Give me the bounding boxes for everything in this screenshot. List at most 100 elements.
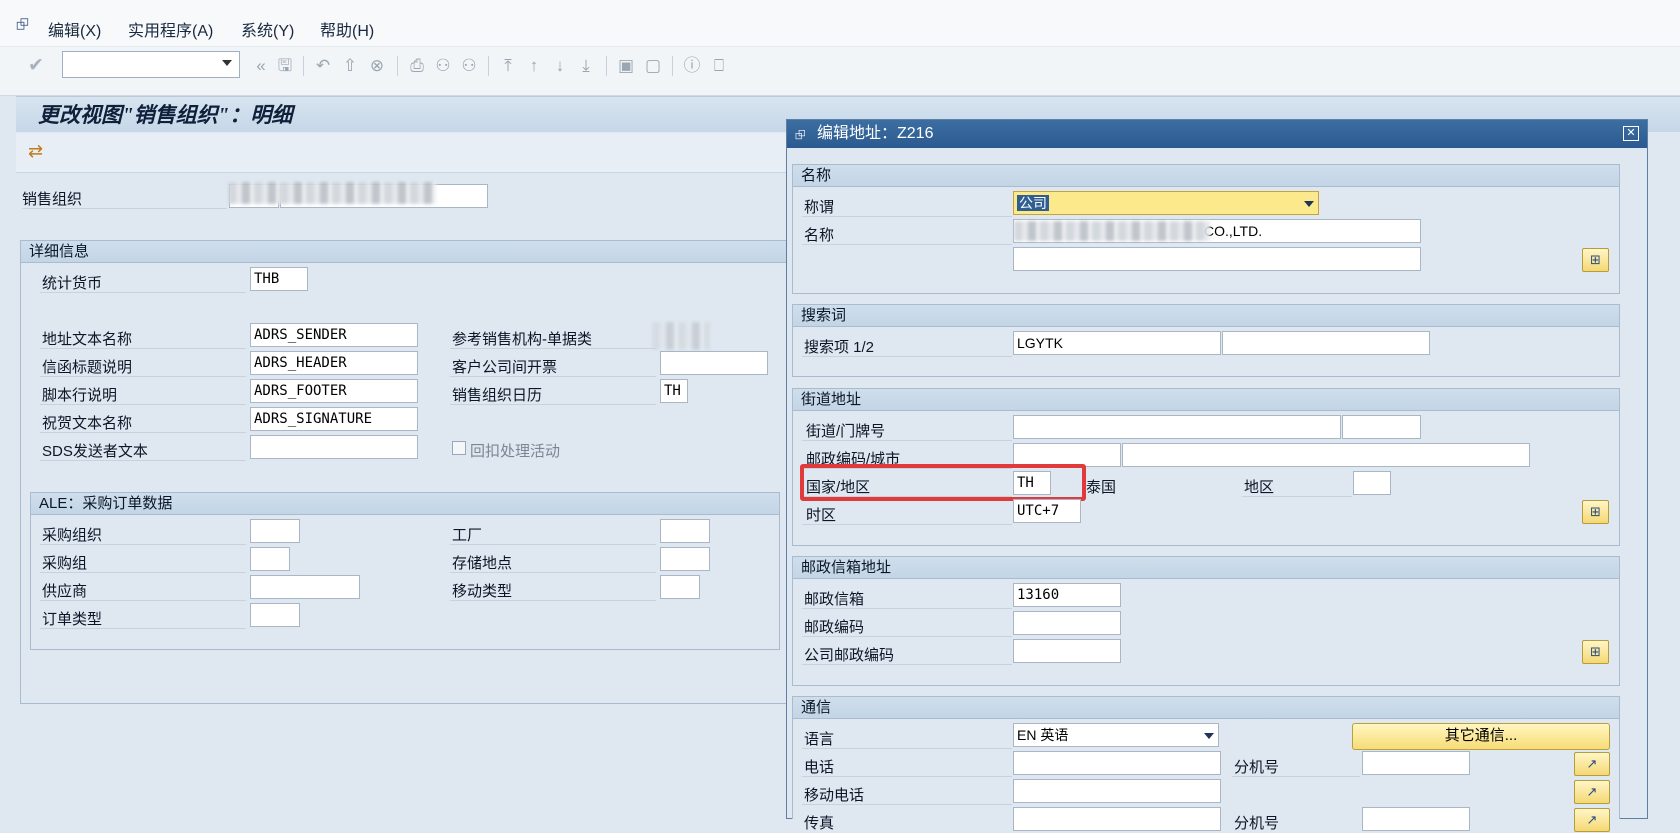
- menu-edit[interactable]: 编辑(X): [48, 17, 101, 41]
- region-label: 地区: [1244, 479, 1275, 496]
- purch-org-field[interactable]: [250, 519, 300, 543]
- fax-more-icon[interactable]: ↗: [1574, 808, 1610, 832]
- letter-header-field[interactable]: ADRS_HEADER: [250, 351, 418, 375]
- intercompany-label: 客户公司间开票: [452, 359, 558, 376]
- language-label: 语言: [804, 731, 835, 748]
- next-page-icon[interactable]: ↓: [549, 55, 571, 77]
- storage-field[interactable]: [660, 547, 710, 571]
- close-icon[interactable]: ✕: [1623, 126, 1639, 141]
- stat-currency-field[interactable]: THB: [250, 267, 308, 291]
- phone-more-icon[interactable]: ↗: [1574, 752, 1610, 776]
- back-icon[interactable]: ↶: [312, 55, 334, 77]
- menu-utilities[interactable]: 实用程序(A): [128, 17, 213, 41]
- chevron-down-icon[interactable]: [1204, 733, 1214, 739]
- purch-group-label: 采购组: [42, 555, 88, 572]
- menu-bar: ⮺ 编辑(X) 实用程序(A) 系统(Y) 帮助(H): [0, 0, 1680, 47]
- language-select[interactable]: EN 英语: [1013, 723, 1219, 747]
- mobile-more-icon[interactable]: ↗: [1574, 780, 1610, 804]
- other-view-icon[interactable]: ⇄: [28, 141, 43, 162]
- chevron-down-icon[interactable]: [1304, 201, 1314, 207]
- greeting-field[interactable]: ADRS_SIGNATURE: [250, 407, 418, 431]
- more-fields-icon[interactable]: ⊞: [1582, 248, 1609, 272]
- menu-icon[interactable]: ⮺: [16, 14, 29, 41]
- chevron-down-icon[interactable]: [222, 60, 232, 66]
- name-group-title: 名称: [793, 165, 1619, 187]
- menu-help[interactable]: 帮助(H): [320, 17, 374, 41]
- new-session-icon[interactable]: ▣: [615, 55, 637, 77]
- letter-header-label: 信函标题说明: [42, 359, 133, 376]
- dialog-title: 编辑地址：Z216: [787, 120, 1647, 148]
- menu-system[interactable]: 系统(Y): [241, 17, 294, 41]
- history-icon[interactable]: «: [250, 55, 272, 77]
- company-postal-label: 公司邮政编码: [804, 647, 895, 664]
- storage-label: 存储地点: [452, 555, 513, 572]
- vendor-label: 供应商: [42, 583, 88, 600]
- cancel-icon[interactable]: ⊗: [366, 55, 388, 77]
- timezone-label: 时区: [806, 507, 837, 524]
- name2-field[interactable]: [1013, 247, 1421, 271]
- street-field[interactable]: [1013, 415, 1341, 439]
- addr-text-field[interactable]: ADRS_SENDER: [250, 323, 418, 347]
- fax-field[interactable]: [1013, 807, 1221, 831]
- mobile-field[interactable]: [1013, 779, 1221, 803]
- details-group-title: 详细信息: [21, 241, 809, 263]
- enter-icon[interactable]: ✔: [25, 55, 47, 77]
- vendor-field[interactable]: [250, 575, 360, 599]
- city-field[interactable]: [1122, 443, 1530, 467]
- phone-field[interactable]: [1013, 751, 1221, 775]
- ref-org-label: 参考销售机构-单据类: [452, 331, 592, 348]
- phone-label: 电话: [804, 759, 835, 776]
- first-page-icon[interactable]: ⤒: [497, 55, 519, 77]
- street-label: 街道/门牌号: [806, 423, 886, 440]
- title-select[interactable]: 公司: [1013, 191, 1319, 215]
- other-comm-button[interactable]: 其它通信...: [1352, 723, 1610, 750]
- more-fields-icon[interactable]: ⊞: [1582, 500, 1609, 524]
- find-icon[interactable]: ⚇: [432, 55, 454, 77]
- movement-label: 移动类型: [452, 583, 513, 600]
- layout-menu-icon[interactable]: ⎕: [708, 55, 730, 77]
- ext-label: 分机号: [1234, 759, 1280, 776]
- redacted-name: [1014, 221, 1210, 241]
- addr-text-label: 地址文本名称: [42, 331, 133, 348]
- movement-field[interactable]: [660, 575, 700, 599]
- search-group-title: 搜索词: [793, 305, 1619, 327]
- search2-field[interactable]: [1222, 331, 1430, 355]
- comm-group-title: 通信: [793, 697, 1619, 719]
- sds-field[interactable]: [250, 435, 418, 459]
- title-label: 称谓: [804, 199, 835, 216]
- shortcut-icon[interactable]: ▢: [642, 55, 664, 77]
- redacted-sales-org: [228, 182, 436, 204]
- more-fields-icon[interactable]: ⊞: [1582, 640, 1609, 664]
- calendar-field[interactable]: TH: [660, 379, 688, 403]
- find-next-icon[interactable]: ⚇: [458, 55, 480, 77]
- ale-group: ALE：采购订单数据: [30, 492, 780, 650]
- country-name: 泰国: [1086, 479, 1117, 496]
- purch-group-field[interactable]: [250, 547, 290, 571]
- help-icon[interactable]: ⓘ: [681, 55, 703, 77]
- company-postal-field[interactable]: [1013, 639, 1121, 663]
- rebate-checkbox[interactable]: [452, 441, 466, 455]
- plant-field[interactable]: [660, 519, 710, 543]
- highlight-box: [800, 464, 1086, 501]
- region-field[interactable]: [1353, 471, 1391, 495]
- print-icon[interactable]: ⎙: [406, 55, 428, 77]
- search1-field[interactable]: LGYTK: [1013, 331, 1221, 355]
- command-field[interactable]: [62, 51, 240, 78]
- pobox-field[interactable]: 13160: [1013, 583, 1121, 607]
- exit-icon[interactable]: ⇧: [339, 55, 361, 77]
- last-page-icon[interactable]: ⤓: [575, 55, 597, 77]
- pobox-postal-field[interactable]: [1013, 611, 1121, 635]
- calendar-label: 销售组织日历: [452, 387, 543, 404]
- ext-field[interactable]: [1362, 751, 1470, 775]
- prev-page-icon[interactable]: ↑: [523, 55, 545, 77]
- intercompany-field[interactable]: [660, 351, 768, 375]
- timezone-field[interactable]: UTC+7: [1013, 499, 1081, 523]
- sales-org-label: 销售组织: [22, 191, 83, 208]
- footer-field[interactable]: ADRS_FOOTER: [250, 379, 418, 403]
- dialog-menu-icon[interactable]: ⮺: [795, 126, 806, 148]
- house-number-field[interactable]: [1342, 415, 1421, 439]
- save-icon[interactable]: 🖫: [274, 55, 296, 77]
- order-type-field[interactable]: [250, 603, 300, 627]
- order-type-label: 订单类型: [42, 611, 103, 628]
- fax-ext-field[interactable]: [1362, 807, 1470, 831]
